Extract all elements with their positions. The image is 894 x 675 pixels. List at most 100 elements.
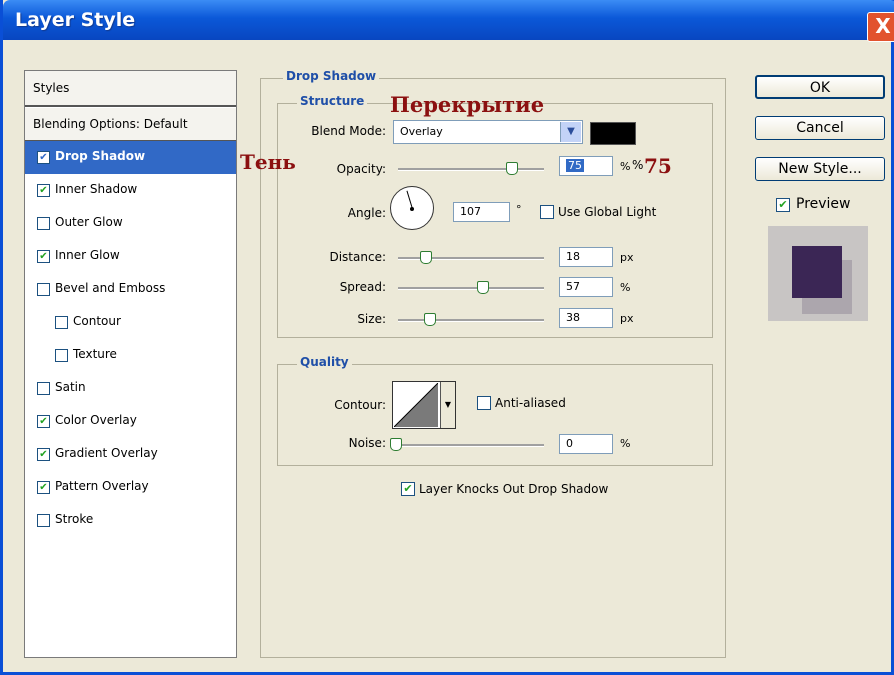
style-item-checkbox[interactable]: ✔ [37,184,50,197]
style-item-bevel-and-emboss[interactable]: Bevel and Emboss [25,273,236,306]
distance-label: Distance: [329,250,386,264]
contour-picker[interactable]: ▼ [392,381,456,429]
spread-slider-knob[interactable] [477,281,489,294]
angle-label: Angle: [347,206,386,220]
contour-label: Contour: [334,398,386,412]
style-item-label: Bevel and Emboss [55,281,166,295]
style-item-label: Stroke [55,512,94,526]
style-item-inner-glow[interactable]: ✔ Inner Glow [25,240,236,273]
style-item-outer-glow[interactable]: Outer Glow [25,207,236,240]
style-item-label: Gradient Overlay [55,446,158,460]
style-item-label: Outer Glow [55,215,123,229]
size-slider-knob[interactable] [424,313,436,326]
opacity-slider-knob[interactable] [506,162,518,175]
style-item-satin[interactable]: Satin [25,372,236,405]
shadow-color-swatch[interactable] [590,122,636,145]
styles-list: Styles Blending Options: Default ✔ Drop S… [24,70,237,658]
size-slider[interactable] [398,319,544,322]
style-item-checkbox[interactable]: ✔ [37,448,50,461]
noise-input[interactable]: 0 [559,434,613,454]
quality-group [277,364,713,466]
spread-label: Spread: [339,280,386,294]
style-item-checkbox[interactable] [37,217,50,230]
spread-slider[interactable] [398,287,544,290]
distance-unit: px [620,251,634,264]
annotation-opacity-percent: % [632,158,644,172]
use-global-light-checkbox[interactable] [540,205,554,219]
drop-shadow-title: Drop Shadow [283,69,380,83]
style-item-checkbox[interactable] [37,382,50,395]
preview-label: Preview [796,196,851,212]
angle-dial-center [410,207,414,211]
anti-aliased-label: Anti-aliased [495,396,566,410]
preview-checkbox[interactable]: ✔ [776,198,790,212]
structure-title: Structure [297,94,368,108]
noise-slider[interactable] [394,444,544,447]
opacity-value: 75 [566,159,584,172]
style-item-checkbox[interactable]: ✔ [37,415,50,428]
chevron-down-icon: ▼ [560,122,581,142]
style-item-checkbox[interactable] [55,349,68,362]
style-item-contour[interactable]: Contour [25,306,236,339]
size-unit: px [620,312,634,325]
opacity-unit: % [620,160,631,173]
style-item-drop-shadow[interactable]: ✔ Drop Shadow [25,141,236,174]
contour-dropdown-arrow-icon[interactable]: ▼ [440,382,455,428]
style-item-checkbox[interactable]: ✔ [37,250,50,263]
size-input[interactable]: 38 [559,308,613,328]
size-label: Size: [357,312,386,326]
style-item-checkbox[interactable]: ✔ [37,151,50,164]
noise-unit: % [620,437,631,450]
preview-swatch [792,246,842,298]
blend-mode-label: Blend Mode: [311,124,386,138]
preview-thumbnail [768,226,868,321]
anti-aliased-checkbox[interactable] [477,396,491,410]
style-item-label: Texture [73,347,117,361]
blend-mode-value: Overlay [400,125,443,138]
style-item-gradient-overlay[interactable]: ✔ Gradient Overlay [25,438,236,471]
window-title: Layer Style [15,9,136,31]
style-item-stroke[interactable]: Stroke [25,504,236,537]
spread-unit: % [620,281,631,294]
style-item-pattern-overlay[interactable]: ✔ Pattern Overlay [25,471,236,504]
opacity-label: Opacity: [336,162,386,176]
cancel-button[interactable]: Cancel [755,116,885,140]
angle-dial[interactable] [390,186,434,230]
opacity-input[interactable]: 75 [559,156,613,176]
angle-input[interactable]: 107 [453,202,510,222]
style-item-label: Drop Shadow [55,149,146,163]
layer-knocks-out-checkbox[interactable]: ✔ [401,482,415,496]
title-bar[interactable]: Layer Style X [3,0,894,42]
styles-header-label: Styles [33,81,70,95]
noise-slider-knob[interactable] [390,438,402,451]
new-style-button[interactable]: New Style... [755,157,885,181]
style-item-checkbox[interactable] [37,514,50,527]
style-item-color-overlay[interactable]: ✔ Color Overlay [25,405,236,438]
distance-input[interactable]: 18 [559,247,613,267]
angle-unit: ° [516,203,522,216]
close-button[interactable]: X [867,12,894,42]
contour-curve-icon [394,383,438,427]
style-item-texture[interactable]: Texture [25,339,236,372]
style-item-label: Contour [73,314,121,328]
style-item-label: Pattern Overlay [55,479,149,493]
blending-options-label: Blending Options: Default [33,117,188,131]
styles-header[interactable]: Styles [25,71,236,107]
style-item-checkbox[interactable] [37,283,50,296]
noise-label: Noise: [348,436,386,450]
annotation-shadow-ru: Тень [240,150,296,174]
distance-slider-knob[interactable] [420,251,432,264]
annotation-opacity-ru: 75 [644,154,672,178]
spread-input[interactable]: 57 [559,277,613,297]
quality-title: Quality [297,355,352,369]
style-item-label: Color Overlay [55,413,137,427]
style-item-label: Satin [55,380,86,394]
style-item-checkbox[interactable] [55,316,68,329]
blending-options-item[interactable]: Blending Options: Default [25,108,236,142]
style-item-checkbox[interactable]: ✔ [37,481,50,494]
opacity-slider[interactable] [398,168,544,171]
blend-mode-select[interactable]: Overlay ▼ [393,120,583,144]
layer-knocks-out-label: Layer Knocks Out Drop Shadow [419,482,609,496]
ok-button[interactable]: OK [755,75,885,99]
style-item-inner-shadow[interactable]: ✔ Inner Shadow [25,174,236,207]
